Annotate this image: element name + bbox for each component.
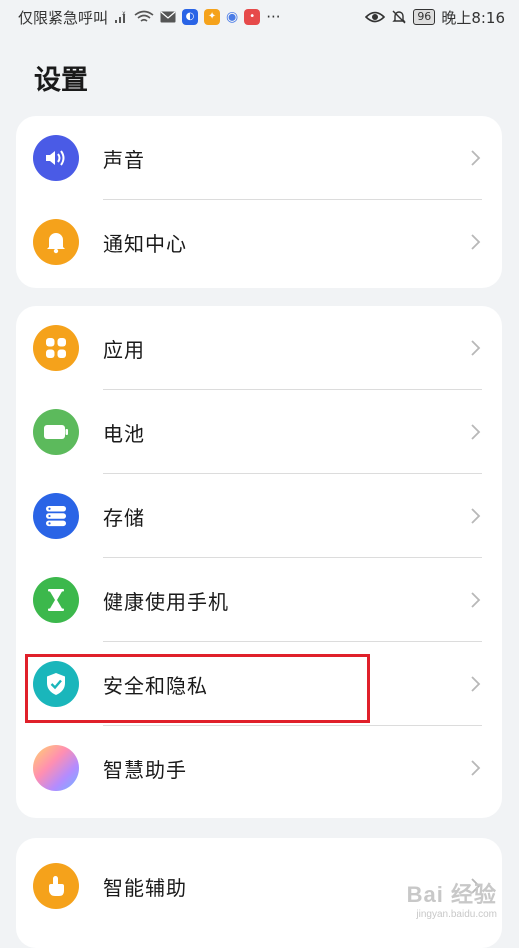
settings-item-label: 声音 (103, 147, 145, 172)
chevron-right-icon (471, 234, 481, 250)
app-notification-icon: ✦ (204, 9, 221, 25)
chevron-right-icon (471, 508, 481, 524)
settings-item-label: 电池 (103, 421, 145, 446)
network-status-text: 仅限紧急呼叫 (18, 8, 109, 27)
apps-grid-icon (33, 325, 79, 371)
hourglass-icon (33, 577, 79, 623)
more-notifications-icon: ··· (266, 8, 281, 26)
wifi-icon (134, 10, 154, 24)
svg-text:x: x (122, 10, 126, 17)
settings-item-label: 通知中心 (103, 231, 187, 256)
hand-tap-icon (33, 863, 79, 909)
settings-group-sound-notification: 声音 通知中心 (16, 116, 502, 288)
bell-icon (33, 219, 79, 265)
watermark-logo-text: Bai 经验 (406, 882, 497, 907)
settings-item-sound[interactable]: 声音 (16, 116, 502, 200)
settings-item-label: 智慧助手 (103, 757, 187, 782)
no-signal-icon: x (114, 10, 128, 24)
settings-group-system: 应用 电池 存储 健康使用手机 安全和隐私 智慧助手 (16, 306, 502, 818)
watermark-url: jingyan.baidu.com (416, 909, 497, 920)
app-notification-icon: ◐ (182, 9, 199, 25)
settings-item-label: 存储 (103, 505, 145, 530)
settings-item-battery[interactable]: 电池 (16, 390, 502, 474)
smart-assistant-icon (33, 745, 79, 791)
app-notification-icon: • (244, 9, 261, 25)
watermark: Bai 经验 jingyan.baidu.com (407, 877, 497, 920)
settings-item-label: 智能辅助 (103, 875, 187, 900)
settings-item-apps[interactable]: 应用 (16, 306, 502, 390)
settings-item-digital-balance[interactable]: 健康使用手机 (16, 558, 502, 642)
chevron-right-icon (471, 150, 481, 166)
mail-icon (160, 11, 176, 23)
settings-item-label: 健康使用手机 (103, 589, 229, 614)
settings-item-storage[interactable]: 存储 (16, 474, 502, 558)
settings-item-notification-center[interactable]: 通知中心 (16, 200, 502, 284)
eye-icon (365, 10, 386, 24)
settings-item-smart-assistant[interactable]: 智慧助手 (16, 726, 502, 810)
storage-icon (33, 493, 79, 539)
highlight-annotation-box (25, 654, 370, 723)
page-title: 设置 (34, 65, 88, 96)
settings-item-label: 应用 (103, 337, 145, 362)
chevron-right-icon (471, 340, 481, 356)
chevron-right-icon (471, 424, 481, 440)
clock: 晚上8:16 (441, 8, 505, 27)
battery-level: 96 (413, 9, 436, 25)
chevron-right-icon (471, 676, 481, 692)
bell-muted-icon (391, 9, 407, 25)
app-notification-icon: ◉ (226, 9, 239, 25)
status-bar: 仅限紧急呼叫 x ◐ ✦ ◉ • ··· 96 晚上8:16 (0, 0, 519, 34)
chevron-right-icon (471, 760, 481, 776)
battery-icon (33, 409, 79, 455)
chevron-right-icon (471, 592, 481, 608)
speaker-icon (33, 135, 79, 181)
